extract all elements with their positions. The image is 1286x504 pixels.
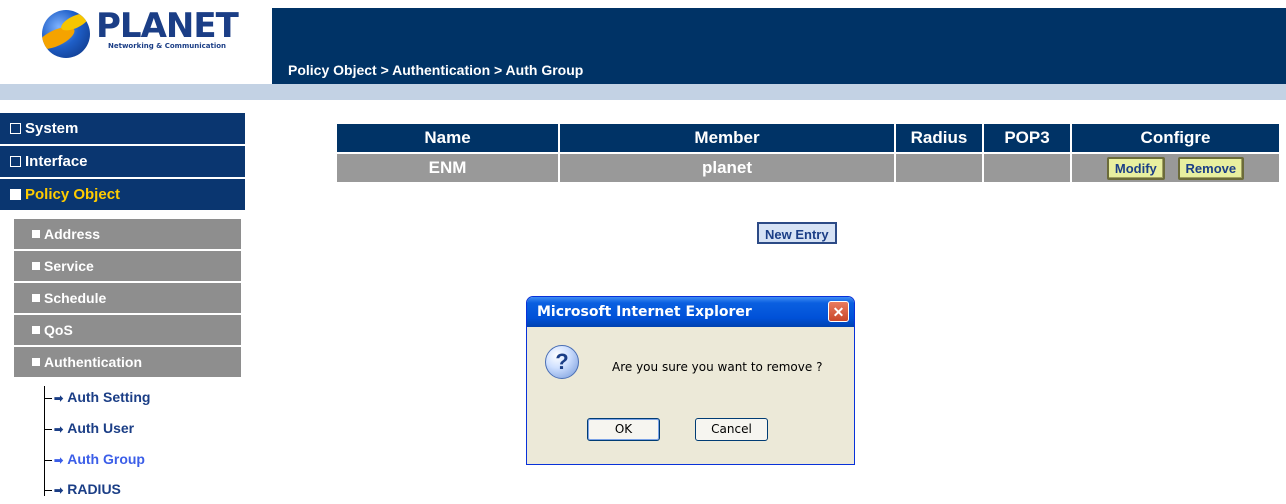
breadcrumb: Policy Object > Authentication > Auth Gr… xyxy=(288,62,584,78)
arrow-right-icon: ➡ xyxy=(54,485,64,497)
sidebar-subitem-label: Address xyxy=(44,226,101,242)
header-banner: Policy Object > Authentication > Auth Gr… xyxy=(272,8,1286,84)
expand-plus-icon xyxy=(32,294,40,302)
column-header-configure: Configre xyxy=(1071,124,1279,153)
dialog-title: Microsoft Internet Explorer xyxy=(537,304,752,320)
sidebar-item-label: System xyxy=(25,120,79,137)
ok-button[interactable]: OK xyxy=(587,418,660,441)
modify-button[interactable]: Modify xyxy=(1106,156,1165,180)
sidebar-subitem-label: QoS xyxy=(44,322,73,338)
collapse-minus-icon xyxy=(10,188,21,200)
brand-tagline: Networking & Communication xyxy=(108,42,227,50)
question-icon: ? xyxy=(545,345,579,379)
table-row: ENM planet Modify Remove xyxy=(337,152,1279,182)
column-header-pop3: POP3 xyxy=(983,124,1072,153)
confirm-dialog: Microsoft Internet Explorer ✕ ? Are you … xyxy=(526,296,855,465)
expand-plus-icon xyxy=(10,155,21,167)
auth-group-table: Name Member Radius POP3 Configre ENM pla… xyxy=(337,124,1279,182)
brand-name: PLANET xyxy=(96,6,239,46)
arrow-right-icon: ➡ xyxy=(54,455,64,467)
sidebar-leaf-radius[interactable]: ➡ RADIUS xyxy=(44,476,121,502)
cell-configure: Modify Remove xyxy=(1071,152,1279,182)
sidebar-item-system[interactable]: System xyxy=(0,113,245,144)
sidebar-leaf-auth-user[interactable]: ➡ Auth User xyxy=(44,415,134,441)
header-divider xyxy=(0,84,1286,100)
dialog-message: Are you sure you want to remove ? xyxy=(612,360,823,374)
arrow-right-icon: ➡ xyxy=(54,424,64,436)
column-header-radius: Radius xyxy=(895,124,984,153)
expand-plus-icon xyxy=(10,122,21,134)
cell-radius xyxy=(895,152,984,182)
remove-button[interactable]: Remove xyxy=(1177,156,1245,180)
sidebar-subitem-label: Service xyxy=(44,258,94,274)
cell-name: ENM xyxy=(337,152,560,182)
expand-plus-icon xyxy=(32,262,40,270)
column-header-member: Member xyxy=(559,124,896,153)
sidebar-leaf-label: Auth Setting xyxy=(67,389,151,405)
sidebar-subitem-authentication[interactable]: Authentication xyxy=(14,347,241,377)
sidebar-subitem-qos[interactable]: QoS xyxy=(14,315,241,345)
logo: PLANET Networking & Communication xyxy=(0,0,258,84)
expand-plus-icon xyxy=(32,230,40,238)
arrow-right-icon: ➡ xyxy=(54,393,64,405)
sidebar-subitem-schedule[interactable]: Schedule xyxy=(14,283,241,313)
cancel-button[interactable]: Cancel xyxy=(695,418,768,441)
sidebar-leaf-auth-setting[interactable]: ➡ Auth Setting xyxy=(44,384,150,410)
sidebar-item-label: Policy Object xyxy=(25,186,121,203)
column-header-name: Name xyxy=(337,124,560,153)
cell-pop3 xyxy=(983,152,1072,182)
close-icon[interactable]: ✕ xyxy=(828,301,849,322)
sidebar-leaf-label: Auth Group xyxy=(67,451,145,467)
sidebar-item-label: Interface xyxy=(25,153,88,170)
sidebar-leaf-auth-group[interactable]: ➡ Auth Group xyxy=(44,446,145,472)
sidebar-subitem-service[interactable]: Service xyxy=(14,251,241,281)
planet-globe-icon xyxy=(42,10,90,58)
expand-plus-icon xyxy=(32,326,40,334)
new-entry-button[interactable]: New Entry xyxy=(757,222,837,244)
sidebar-subitem-label: Schedule xyxy=(44,290,107,306)
sidebar-leaf-label: Auth User xyxy=(67,420,135,436)
sidebar-item-interface[interactable]: Interface xyxy=(0,146,245,177)
sidebar-subitem-address[interactable]: Address xyxy=(14,219,241,249)
cell-member: planet xyxy=(559,152,896,182)
collapse-minus-icon xyxy=(32,358,40,366)
sidebar-item-policy-object[interactable]: Policy Object xyxy=(0,179,245,210)
table-header-row: Name Member Radius POP3 Configre xyxy=(337,124,1279,153)
sidebar-subitem-label: Authentication xyxy=(44,354,142,370)
dialog-titlebar[interactable]: Microsoft Internet Explorer ✕ xyxy=(527,297,854,327)
